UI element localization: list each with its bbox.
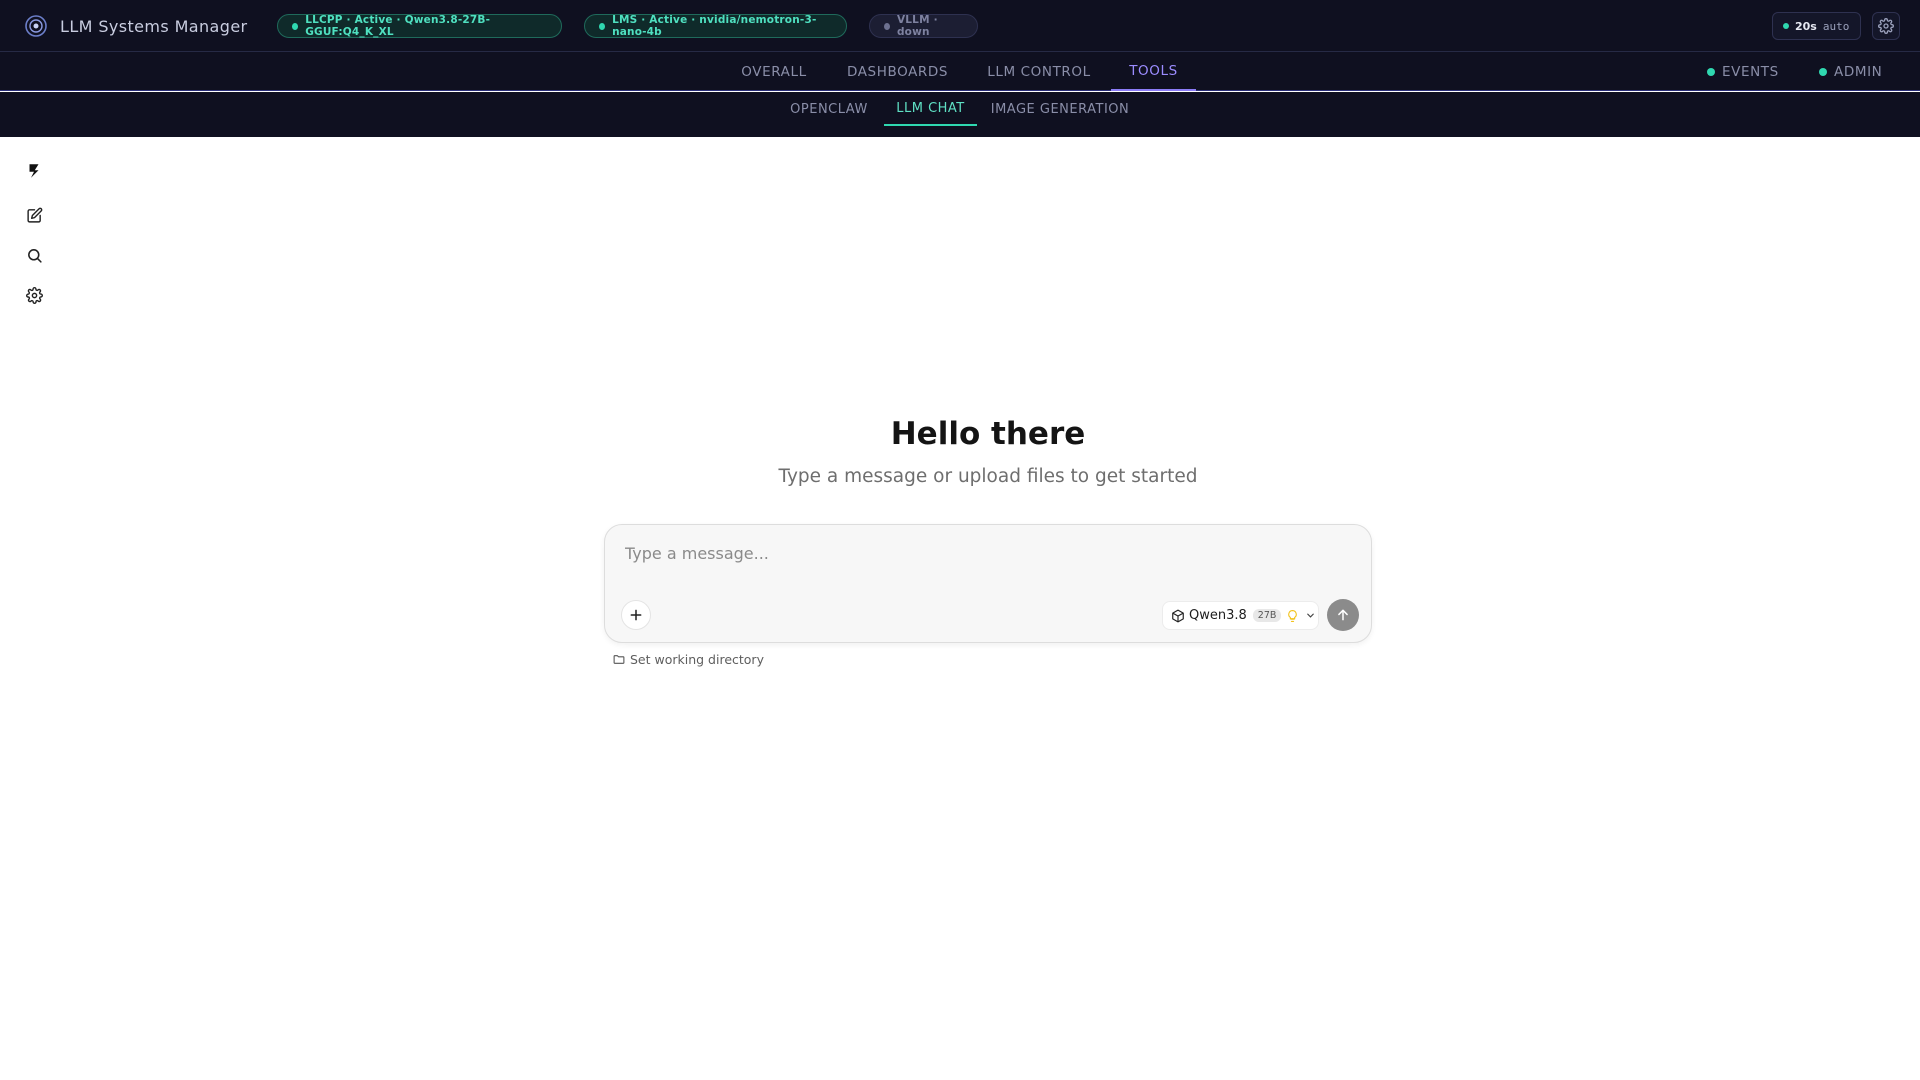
refresh-mode: auto — [1822, 19, 1850, 33]
chat-logo-icon[interactable] — [24, 161, 44, 181]
send-button[interactable] — [1327, 599, 1359, 631]
greeting-heading: Hello there — [890, 416, 1086, 452]
subtab-llm-chat[interactable]: LLM CHAT — [884, 92, 977, 126]
lms-status-pill[interactable]: LMS · Active · nvidia/nemotron-3-nano-4b — [584, 14, 847, 38]
tab-dashboards[interactable]: DASHBOARDS — [838, 52, 957, 91]
folder-icon — [613, 655, 625, 664]
tab-tools[interactable]: TOOLS — [1111, 52, 1196, 91]
message-input[interactable] — [625, 539, 1345, 567]
llcpp-status-pill[interactable]: LLCPP · Active · Qwen3.8-27B-GGUF:Q4_K_X… — [277, 14, 562, 38]
app-logo-icon — [25, 15, 47, 37]
lms-status-label: LMS · Active · nvidia/nemotron-3-nano-4b — [612, 14, 817, 38]
arrow-up-icon — [1338, 609, 1348, 621]
nav-events-label: EVENTS — [1722, 63, 1779, 80]
working-directory-label: Set working directory — [630, 652, 764, 667]
status-dot-icon — [1707, 67, 1715, 76]
llcpp-status-label: LLCPP · Active · Qwen3.8-27B-GGUF:Q4_K_X… — [305, 14, 491, 38]
settings-icon[interactable] — [24, 285, 44, 305]
nav-events[interactable]: EVENTS — [1707, 52, 1779, 91]
subtab-image-generation[interactable]: IMAGE GENERATION — [986, 92, 1134, 126]
auto-refresh-control[interactable]: 20s auto — [1772, 12, 1861, 40]
vllm-status-label: VLLM · down — [896, 14, 938, 38]
greeting-subtitle: Type a message or upload files to get st… — [778, 466, 1198, 487]
search-icon[interactable] — [24, 245, 44, 265]
gear-icon — [1878, 18, 1894, 34]
chevron-down-icon — [1307, 613, 1315, 618]
message-composer: Qwen3.8 27B — [604, 524, 1372, 643]
live-dot-icon — [1783, 23, 1789, 29]
new-chat-icon[interactable] — [24, 205, 44, 225]
plus-icon — [630, 609, 642, 621]
refresh-interval: 20s — [1795, 19, 1817, 33]
status-dot-icon — [599, 22, 606, 30]
status-dot-icon — [1819, 67, 1827, 76]
set-working-directory-link[interactable]: Set working directory — [612, 652, 764, 667]
app-title: LLM Systems Manager — [60, 16, 248, 36]
subtab-openclaw[interactable]: OPENCLAW — [785, 92, 873, 126]
nav-admin-label: ADMIN — [1834, 63, 1883, 80]
model-size-badge: 27B — [1252, 609, 1282, 622]
cube-icon — [1172, 609, 1184, 622]
status-dot-icon — [292, 22, 299, 30]
status-dot-icon — [884, 22, 890, 30]
vllm-status-pill[interactable]: VLLM · down — [869, 14, 978, 38]
header-settings-button[interactable] — [1872, 12, 1900, 40]
lightbulb-icon[interactable] — [1286, 609, 1299, 623]
model-name: Qwen3.8 — [1189, 608, 1247, 623]
sub-nav: OPENCLAW LLM CHAT IMAGE GENERATION — [0, 92, 1920, 137]
top-header: LLM Systems Manager LLCPP · Active · Qwe… — [0, 0, 1920, 52]
attach-button[interactable] — [621, 600, 651, 630]
brand[interactable]: LLM Systems Manager — [24, 14, 248, 38]
main-nav: OVERALL DASHBOARDS LLM CONTROL TOOLS EVE… — [0, 52, 1920, 91]
tab-overall[interactable]: OVERALL — [730, 52, 818, 91]
model-selector[interactable]: Qwen3.8 27B — [1162, 601, 1319, 630]
nav-admin[interactable]: ADMIN — [1819, 52, 1882, 91]
tab-llm-control[interactable]: LLM CONTROL — [978, 52, 1100, 91]
